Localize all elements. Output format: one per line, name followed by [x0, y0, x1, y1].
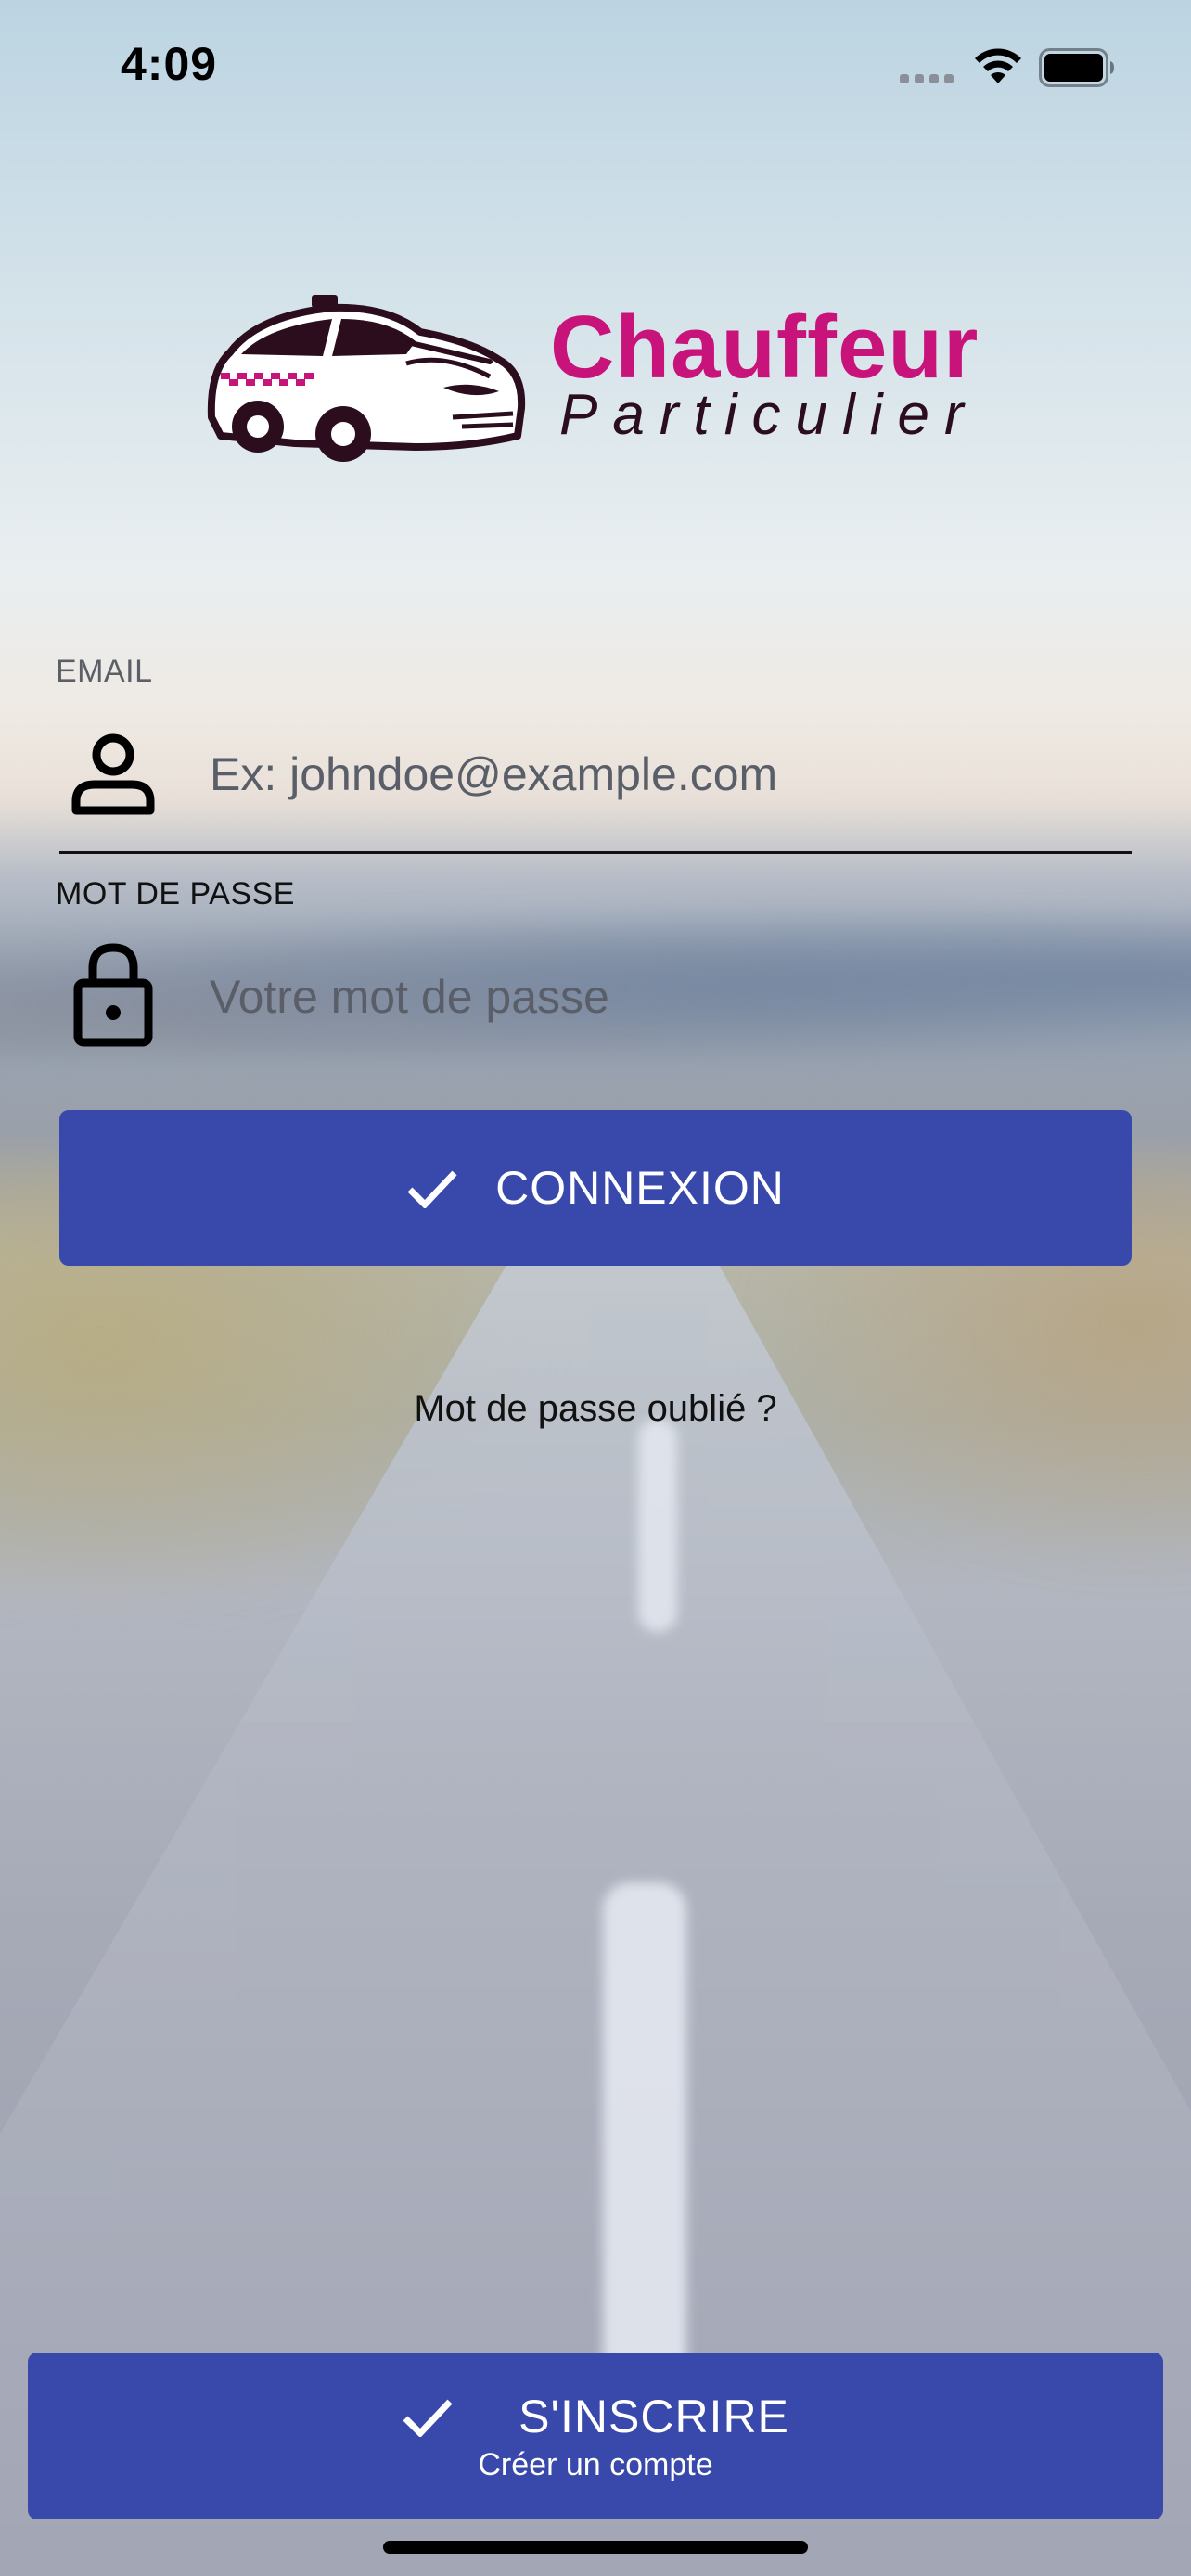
person-icon: [71, 733, 155, 815]
login-button-label: CONNEXION: [495, 1162, 785, 1214]
check-icon: [403, 2399, 453, 2437]
signup-button-label: S'INSCRIRE: [519, 2390, 789, 2442]
signup-button-sublabel: Créer un compte: [478, 2446, 713, 2482]
signup-button[interactable]: S'INSCRIRE Créer un compte: [28, 2353, 1163, 2519]
login-button[interactable]: CONNEXION: [59, 1110, 1132, 1266]
password-field[interactable]: [210, 964, 1119, 1029]
cellular-signal-icon: [900, 74, 954, 83]
taxi-car-logo-icon: [207, 295, 526, 462]
battery-icon: [1039, 48, 1114, 87]
home-indicator: [383, 2541, 808, 2554]
forgot-password-link[interactable]: Mot de passe oublié ?: [0, 1388, 1191, 1430]
brand-name-line2: Particulier: [559, 383, 979, 447]
email-label: EMAIL: [56, 654, 153, 689]
email-underline: [59, 851, 1132, 854]
lock-icon: [73, 943, 153, 1047]
status-time: 4:09: [121, 38, 218, 90]
wifi-icon: [975, 48, 1021, 83]
app-logo: Chauffeur Particulier: [193, 287, 1009, 482]
email-field[interactable]: [210, 742, 1119, 807]
check-icon: [407, 1170, 457, 1208]
password-label: MOT DE PASSE: [56, 876, 295, 912]
status-bar: 4:09: [0, 0, 1191, 130]
